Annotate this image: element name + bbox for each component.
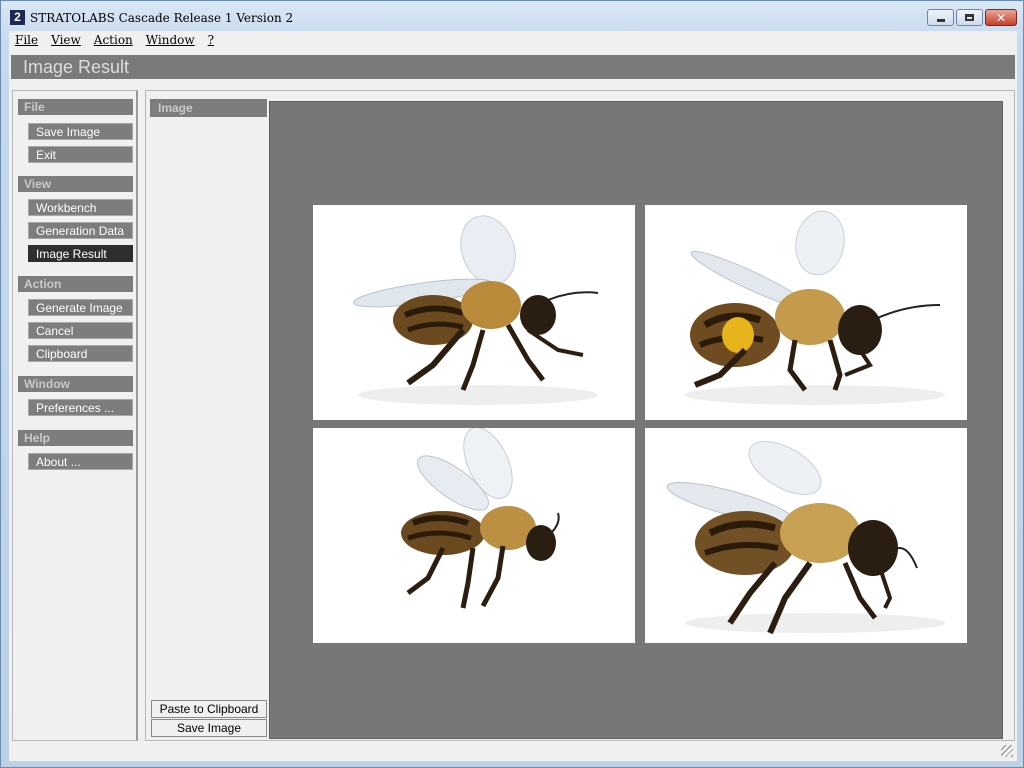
close-button[interactable]: ✕ — [985, 9, 1017, 26]
menu-view[interactable]: View — [51, 33, 81, 47]
bee-image-1 — [313, 205, 635, 420]
app-icon: 2 — [10, 10, 25, 25]
page-title: Image Result — [11, 55, 1015, 79]
image-panel: Image Paste to Clipboard Save Image — [145, 90, 1015, 741]
workbench-button[interactable]: Workbench — [28, 199, 133, 216]
sidebar: File Save Image Exit View Workbench Gene… — [12, 90, 138, 741]
section-file: File — [18, 99, 133, 115]
menu-window[interactable]: Window — [146, 33, 195, 47]
bee-icon — [401, 428, 560, 609]
close-icon: ✕ — [995, 10, 1007, 25]
bee-icon — [353, 215, 599, 405]
menu-file[interactable]: File — [15, 33, 38, 47]
minimize-icon — [936, 19, 945, 22]
menu-action[interactable]: Action — [94, 33, 133, 47]
app-window: 2 STRATOLABS Cascade Release 1 Version 2… — [0, 0, 1024, 768]
bee-image-4 — [645, 428, 967, 643]
cancel-button[interactable]: Cancel — [28, 322, 133, 339]
bee-image-3 — [313, 428, 635, 643]
section-view: View — [18, 176, 133, 192]
preferences-button[interactable]: Preferences ... — [28, 399, 133, 416]
section-window: Window — [18, 376, 133, 392]
image-canvas[interactable] — [269, 101, 1003, 739]
paste-to-clipboard-button[interactable]: Paste to Clipboard — [151, 700, 267, 718]
image-panel-label: Image — [150, 99, 267, 117]
section-action: Action — [18, 276, 133, 292]
window-controls: ✕ — [927, 9, 1017, 26]
save-image-button[interactable]: Save Image — [28, 123, 133, 140]
bee-icon — [666, 441, 945, 635]
clipboard-button[interactable]: Clipboard — [28, 345, 133, 362]
exit-button[interactable]: Exit — [28, 146, 133, 163]
bee-image-2 — [645, 205, 967, 420]
maximize-icon — [965, 14, 974, 21]
about-button[interactable]: About ... — [28, 453, 133, 470]
save-image-bottom-button[interactable]: Save Image — [151, 719, 267, 737]
title-bar[interactable]: 2 STRATOLABS Cascade Release 1 Version 2… — [1, 1, 1023, 31]
menu-help[interactable]: ? — [208, 33, 214, 47]
generate-image-button[interactable]: Generate Image — [28, 299, 133, 316]
resize-grip-icon[interactable] — [1001, 745, 1013, 757]
menu-bar: File View Action Window ? — [9, 31, 1017, 48]
client-area: Image Result File Save Image Exit View W… — [9, 48, 1017, 761]
maximize-button[interactable] — [956, 9, 983, 26]
generation-data-button[interactable]: Generation Data — [28, 222, 133, 239]
minimize-button[interactable] — [927, 9, 954, 26]
section-help: Help — [18, 430, 133, 446]
window-title: STRATOLABS Cascade Release 1 Version 2 — [30, 11, 294, 25]
bee-icon — [685, 210, 945, 405]
image-result-button[interactable]: Image Result — [28, 245, 133, 262]
